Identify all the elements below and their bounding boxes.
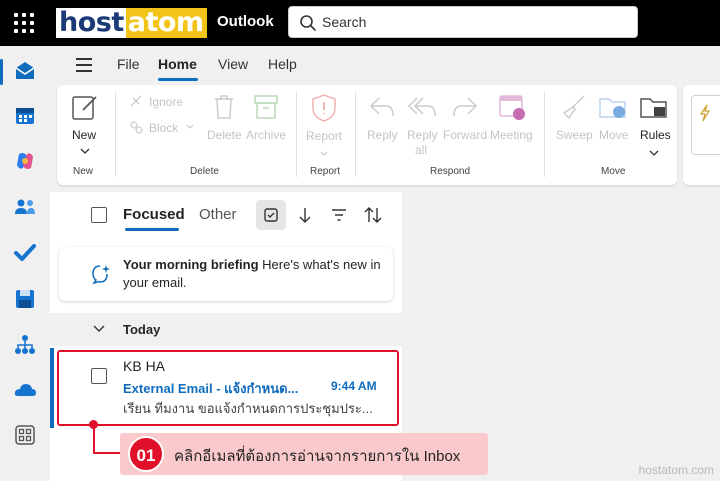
people-icon[interactable] bbox=[12, 194, 38, 220]
ribbon-toolbar: New New Ignore Block Delete Archive Dele… bbox=[57, 85, 677, 185]
message-list-header: Focused Other bbox=[50, 192, 402, 238]
sweep-broom-icon bbox=[562, 95, 585, 120]
group-respond-label: Respond bbox=[430, 166, 471, 177]
arrow-down-icon bbox=[299, 208, 311, 223]
top-bar: host atom Outlook Search bbox=[0, 0, 720, 46]
sort-button[interactable] bbox=[358, 200, 388, 230]
chevron-down-icon bbox=[80, 148, 90, 154]
reply-button[interactable]: Reply bbox=[367, 128, 398, 142]
move-button[interactable]: Move bbox=[599, 128, 628, 142]
new-mail-icon bbox=[72, 96, 97, 120]
chevron-down-icon bbox=[186, 124, 194, 129]
todo-check-icon[interactable] bbox=[12, 240, 38, 266]
hamburger-menu-icon[interactable] bbox=[76, 58, 92, 72]
new-button[interactable]: New bbox=[65, 91, 105, 161]
report-button[interactable]: Report bbox=[306, 129, 342, 143]
rail-selected-indicator bbox=[0, 59, 3, 85]
briefing-title: Your morning briefing bbox=[123, 257, 259, 272]
group-delete-label: Delete bbox=[190, 166, 219, 177]
lightning-icon bbox=[699, 104, 711, 122]
filter-button[interactable] bbox=[324, 200, 354, 230]
ribbon-divider bbox=[544, 91, 545, 177]
search-icon bbox=[300, 15, 316, 31]
brand-logo: host atom bbox=[56, 8, 207, 38]
jump-to-button[interactable] bbox=[290, 200, 320, 230]
step-callout: 01 คลิกอีเมลที่ต้องการอ่านจากรายการใน In… bbox=[120, 433, 488, 475]
reply-all-button[interactable]: Reply bbox=[407, 128, 438, 142]
ignore-icon bbox=[130, 95, 142, 107]
reply-all-button-line2[interactable]: all bbox=[415, 143, 427, 157]
tab-view[interactable]: View bbox=[218, 56, 248, 72]
copilot-icon[interactable] bbox=[12, 148, 38, 174]
step-instruction: คลิกอีเมลที่ต้องการอ่านจากรายการใน Inbox bbox=[174, 448, 461, 465]
forward-button[interactable]: Forward bbox=[443, 128, 487, 142]
forward-icon bbox=[453, 97, 478, 117]
sweep-button[interactable]: Sweep bbox=[556, 128, 593, 142]
step-number-badge: 01 bbox=[128, 436, 164, 472]
morning-briefing-card[interactable]: Your morning briefing Here's what's new … bbox=[59, 247, 393, 301]
org-chart-icon[interactable] bbox=[12, 332, 38, 358]
ribbon-overflow-panel bbox=[683, 85, 720, 185]
search-box[interactable]: Search bbox=[288, 6, 638, 38]
logo-part-atom: atom bbox=[125, 8, 207, 38]
sort-arrows-icon bbox=[364, 207, 382, 223]
reply-all-icon bbox=[408, 97, 436, 117]
block-icon bbox=[130, 121, 143, 134]
delete-button[interactable]: Delete bbox=[207, 128, 242, 142]
unread-indicator bbox=[50, 348, 54, 428]
ribbon-divider bbox=[296, 91, 297, 177]
watermark: hostatom.com bbox=[638, 463, 714, 477]
meeting-button[interactable]: Meeting bbox=[490, 128, 533, 142]
onedrive-cloud-icon[interactable] bbox=[12, 377, 38, 403]
archive-icon bbox=[254, 95, 278, 119]
tab-other[interactable]: Other bbox=[199, 206, 237, 223]
save-icon[interactable] bbox=[12, 286, 38, 312]
select-all-checkbox[interactable] bbox=[91, 207, 107, 223]
app-name[interactable]: Outlook bbox=[217, 13, 274, 30]
select-mode-button[interactable] bbox=[256, 200, 286, 230]
ribbon-divider bbox=[355, 91, 356, 177]
chevron-down-icon bbox=[649, 150, 659, 156]
focused-tab-indicator bbox=[125, 228, 179, 231]
trash-icon bbox=[215, 95, 233, 119]
block-button[interactable]: Block bbox=[149, 121, 178, 135]
group-new-label: New bbox=[73, 166, 94, 177]
briefing-sparkle-icon bbox=[92, 265, 110, 285]
tab-file[interactable]: File bbox=[117, 56, 140, 72]
mail-icon[interactable] bbox=[12, 58, 38, 84]
chevron-down-icon bbox=[93, 325, 105, 332]
group-move-label: Move bbox=[601, 166, 626, 177]
logo-part-host: host bbox=[56, 8, 126, 38]
move-folder-icon bbox=[599, 98, 626, 118]
tab-help[interactable]: Help bbox=[268, 56, 297, 72]
group-report-label: Report bbox=[310, 166, 341, 177]
archive-button[interactable]: Archive bbox=[246, 128, 286, 142]
rules-button[interactable]: Rules bbox=[640, 128, 671, 142]
app-rail bbox=[0, 46, 50, 481]
calendar-icon[interactable] bbox=[12, 103, 38, 129]
checkbox-select-icon bbox=[264, 208, 278, 222]
active-tab-indicator bbox=[158, 78, 198, 81]
reply-icon bbox=[369, 97, 394, 117]
section-label: Today bbox=[123, 322, 161, 337]
new-label: New bbox=[72, 128, 97, 142]
section-header-today[interactable]: Today bbox=[50, 313, 402, 346]
tab-focused[interactable]: Focused bbox=[123, 206, 185, 223]
app-launcher-icon[interactable] bbox=[14, 13, 34, 33]
callout-anchor-dot bbox=[89, 420, 98, 429]
more-apps-icon[interactable] bbox=[12, 422, 38, 448]
ignore-button[interactable]: Ignore bbox=[149, 95, 183, 109]
ribbon-divider bbox=[115, 91, 116, 177]
highlight-box bbox=[57, 350, 399, 426]
search-placeholder[interactable]: Search bbox=[322, 14, 366, 30]
tab-home[interactable]: Home bbox=[158, 56, 197, 72]
rules-icon bbox=[640, 98, 667, 118]
report-shield-icon bbox=[312, 94, 336, 122]
meeting-icon bbox=[499, 95, 525, 120]
chevron-down-icon bbox=[320, 151, 328, 156]
filter-icon bbox=[332, 209, 346, 221]
briefing-text: Your morning briefing Here's what's new … bbox=[123, 256, 385, 292]
ribbon-overflow-button[interactable] bbox=[691, 95, 720, 155]
